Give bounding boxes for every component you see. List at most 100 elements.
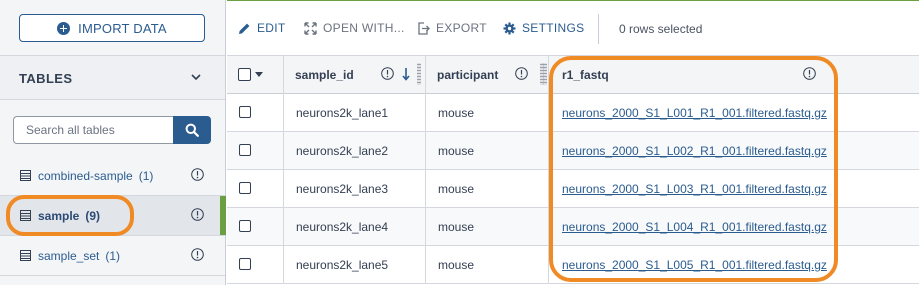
r1-fastq-link[interactable]: neurons_2000_S1_L004_R1_001.filtered.fas…	[562, 220, 830, 234]
import-data-label: IMPORT DATA	[78, 20, 167, 36]
info-icon[interactable]	[191, 168, 204, 181]
participant-value: mouse	[438, 144, 475, 158]
sample-id-value: neurons2k_lane3	[296, 182, 389, 196]
table-count: (1)	[138, 169, 154, 183]
info-icon[interactable]	[191, 208, 204, 221]
participant-value: mouse	[438, 182, 475, 196]
sample-id-cell[interactable]: neurons2k_lane2	[284, 132, 426, 170]
export-label: EXPORT	[436, 21, 487, 35]
row-select-cell	[227, 246, 284, 284]
row-select-cell	[227, 94, 284, 132]
r1-fastq-cell[interactable]: neurons_2000_S1_L002_R1_001.filtered.fas…	[549, 132, 919, 170]
toolbar: EDIT OPEN WITH... EXPORT SETTINGS 0 rows…	[227, 0, 919, 56]
sample-id-cell[interactable]: neurons2k_lane4	[284, 208, 426, 246]
select-all-checkbox[interactable]	[238, 68, 251, 81]
table-icon	[20, 210, 31, 221]
row-checkbox[interactable]	[239, 106, 251, 118]
table-icon	[20, 250, 31, 261]
column-header-sample-id[interactable]: sample_id	[284, 56, 426, 94]
plus-circle-icon	[57, 21, 71, 35]
participant-cell[interactable]: mouse	[426, 246, 549, 284]
table-name: sample	[38, 209, 80, 223]
sample-id-value: neurons2k_lane1	[296, 106, 389, 120]
info-icon[interactable]	[515, 67, 528, 80]
toolbar-divider	[598, 14, 599, 44]
table-row[interactable]: neurons2k_lane3 mouse neurons_2000_S1_L0…	[227, 170, 919, 208]
info-icon[interactable]	[381, 67, 394, 80]
select-all-column	[227, 56, 284, 94]
info-icon[interactable]	[803, 67, 816, 80]
sample-id-value: neurons2k_lane4	[296, 220, 389, 234]
sample-id-cell[interactable]: neurons2k_lane3	[284, 170, 426, 208]
chevron-down-icon[interactable]	[191, 72, 201, 82]
row-checkbox[interactable]	[239, 182, 251, 194]
table-name: sample_set	[38, 249, 100, 263]
column-resize-handle[interactable]	[543, 63, 547, 85]
r1-fastq-link[interactable]: neurons_2000_S1_L003_R1_001.filtered.fas…	[562, 182, 830, 196]
column-header-label: participant	[437, 68, 499, 82]
r1-fastq-cell[interactable]: neurons_2000_S1_L001_R1_001.filtered.fas…	[549, 94, 919, 132]
table-name: combined-sample	[38, 169, 133, 183]
edit-label: EDIT	[257, 21, 286, 35]
r1-fastq-link[interactable]: neurons_2000_S1_L002_R1_001.filtered.fas…	[562, 144, 830, 158]
participant-value: mouse	[438, 106, 475, 120]
table-row[interactable]: neurons2k_lane2 mouse neurons_2000_S1_L0…	[227, 132, 919, 170]
sample-id-cell[interactable]: neurons2k_lane1	[284, 94, 426, 132]
expand-arrows-icon	[304, 21, 317, 35]
column-resize-handle[interactable]	[417, 63, 421, 85]
column-header-r1-fastq[interactable]: r1_fastq	[543, 56, 919, 94]
sort-down-arrow-icon[interactable]	[402, 67, 410, 81]
participant-value: mouse	[438, 220, 475, 234]
row-checkbox[interactable]	[239, 258, 251, 270]
settings-button[interactable]: SETTINGS	[503, 21, 584, 35]
sidebar-item-label: sample (9)	[38, 209, 100, 223]
participant-cell[interactable]: mouse	[426, 170, 549, 208]
row-checkbox[interactable]	[239, 220, 251, 232]
sample-id-cell[interactable]: neurons2k_lane5	[284, 246, 426, 284]
info-icon[interactable]	[191, 248, 204, 261]
table-row[interactable]: neurons2k_lane5 mouse neurons_2000_S1_L0…	[227, 246, 919, 284]
sidebar-item-sample[interactable]: sample (9)	[0, 196, 226, 236]
search-tables-input[interactable]	[13, 116, 173, 144]
participant-cell[interactable]: mouse	[426, 132, 549, 170]
row-select-cell	[227, 208, 284, 246]
row-checkbox[interactable]	[239, 144, 251, 156]
edit-button[interactable]: EDIT	[238, 21, 286, 35]
table-list: combined-sample (1) sample (9) sample_se…	[0, 156, 226, 276]
export-button[interactable]: EXPORT	[417, 21, 487, 35]
caret-down-icon[interactable]	[255, 72, 263, 77]
export-icon	[418, 21, 430, 35]
r1-fastq-cell[interactable]: neurons_2000_S1_L004_R1_001.filtered.fas…	[549, 208, 919, 246]
r1-fastq-link[interactable]: neurons_2000_S1_L001_R1_001.filtered.fas…	[562, 106, 830, 120]
row-select-cell	[227, 132, 284, 170]
open-with-button[interactable]: OPEN WITH...	[304, 21, 405, 35]
import-data-button[interactable]: IMPORT DATA	[19, 14, 205, 42]
r1-fastq-link[interactable]: neurons_2000_S1_L005_R1_001.filtered.fas…	[562, 258, 830, 272]
sidebar-item-label: sample_set (1)	[38, 249, 120, 263]
column-header-label: sample_id	[295, 68, 354, 82]
sidebar: IMPORT DATA TABLES combined-sample (1)	[0, 0, 226, 285]
sample-id-value: neurons2k_lane5	[296, 258, 389, 272]
participant-cell[interactable]: mouse	[426, 94, 549, 132]
data-table: sample_id participant r1_fastq neurons2k…	[227, 56, 919, 285]
table-count: (9)	[85, 209, 101, 223]
sample-id-value: neurons2k_lane2	[296, 144, 389, 158]
row-select-cell	[227, 170, 284, 208]
tables-header[interactable]: TABLES	[0, 56, 225, 100]
table-icon	[20, 170, 31, 181]
open-with-label: OPEN WITH...	[323, 21, 405, 35]
r1-fastq-cell[interactable]: neurons_2000_S1_L003_R1_001.filtered.fas…	[549, 170, 919, 208]
sidebar-item-label: combined-sample (1)	[38, 169, 153, 183]
sidebar-item-combined-sample[interactable]: combined-sample (1)	[0, 156, 225, 196]
sidebar-item-sample-set[interactable]: sample_set (1)	[0, 236, 225, 276]
column-header-participant[interactable]: participant	[426, 56, 549, 94]
search-button[interactable]	[173, 116, 211, 144]
column-header-label: r1_fastq	[562, 68, 609, 82]
import-area: IMPORT DATA	[0, 0, 225, 56]
tables-title: TABLES	[19, 71, 73, 86]
r1-fastq-cell[interactable]: neurons_2000_S1_L005_R1_001.filtered.fas…	[549, 246, 919, 284]
table-row[interactable]: neurons2k_lane4 mouse neurons_2000_S1_L0…	[227, 208, 919, 246]
table-row[interactable]: neurons2k_lane1 mouse neurons_2000_S1_L0…	[227, 94, 919, 132]
settings-label: SETTINGS	[522, 21, 585, 35]
participant-cell[interactable]: mouse	[426, 208, 549, 246]
